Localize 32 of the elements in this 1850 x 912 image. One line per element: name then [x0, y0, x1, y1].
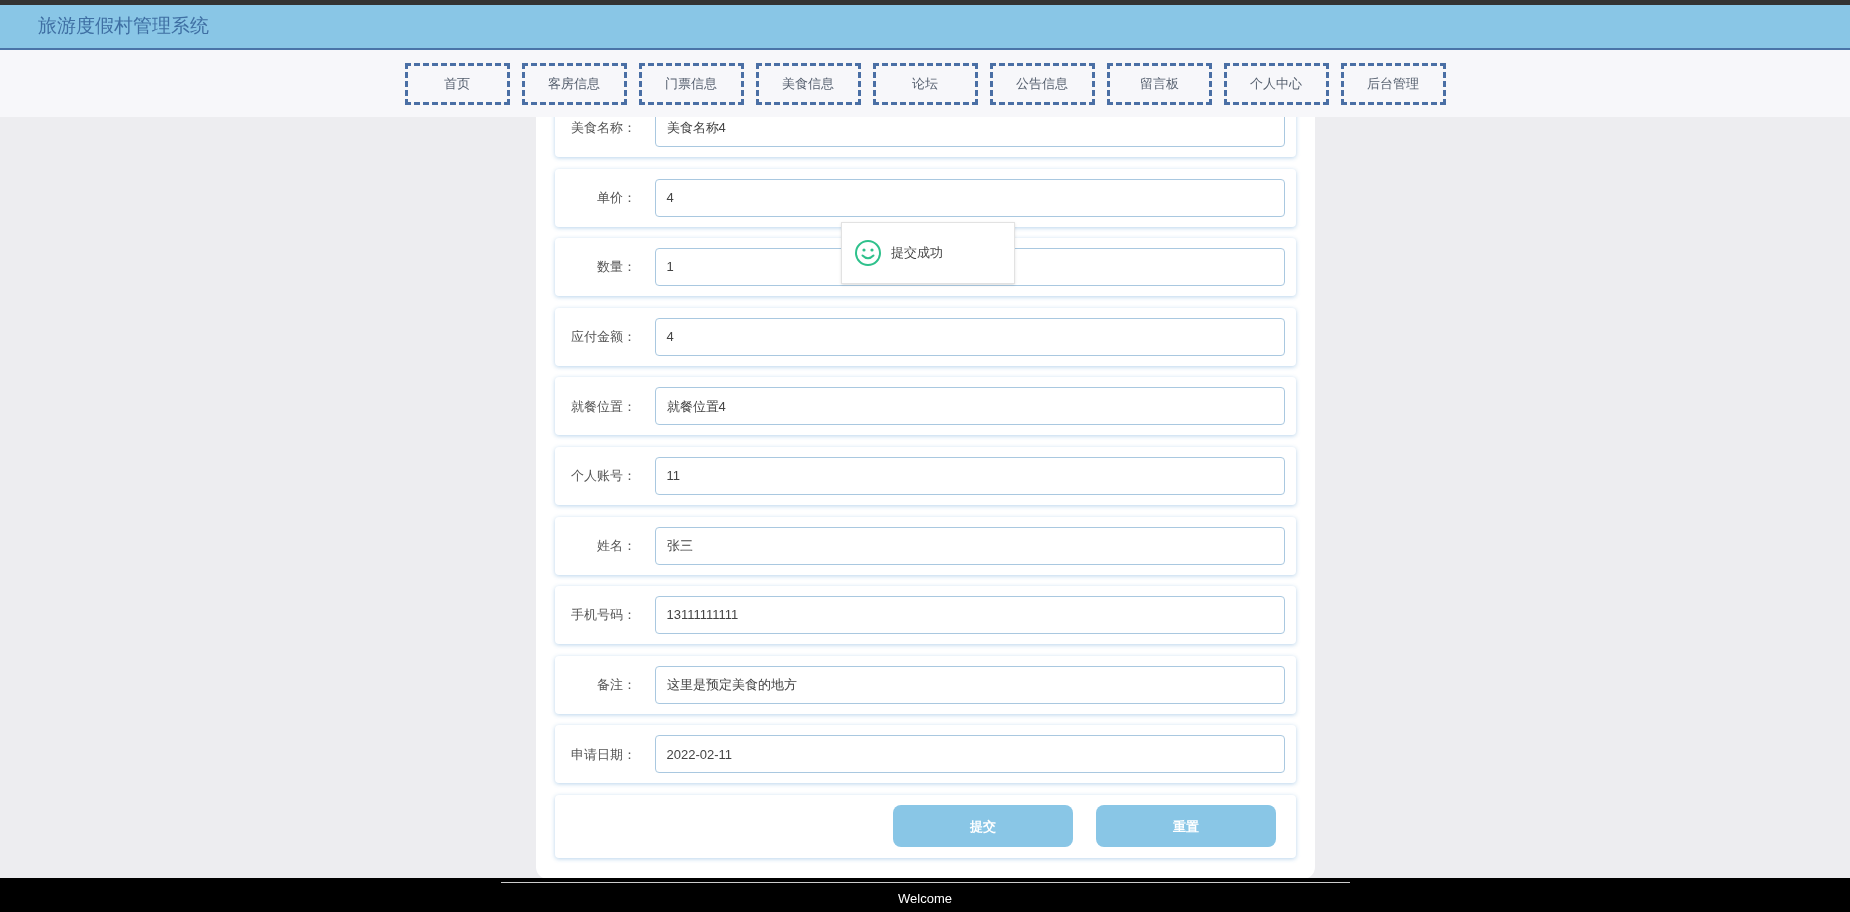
field-label: 单价： [595, 188, 636, 207]
smiley-icon [854, 239, 882, 267]
text-input[interactable]: 4 [654, 178, 1285, 217]
field-label: 数量： [595, 258, 636, 277]
field-label: 个人账号： [569, 467, 636, 486]
nav-link[interactable]: 个人中心 [1223, 62, 1329, 105]
field-label: 应付金额： [569, 328, 636, 347]
field-label: 就餐位置： [569, 397, 636, 416]
toast-text: 提交成功 [891, 244, 943, 263]
nav-link[interactable]: 论坛 [872, 62, 978, 105]
field-label: 姓名： [595, 536, 636, 555]
field-label: 手机号码： [569, 606, 636, 625]
footer-text: Welcome [898, 890, 952, 908]
text-input[interactable]: 这里是预定美食的地方 [654, 665, 1285, 704]
text-input[interactable]: 11 [654, 456, 1285, 495]
nav-link[interactable]: 客房信息 [521, 62, 627, 105]
nav-link[interactable]: 后台管理 [1340, 62, 1446, 105]
text-input[interactable]: 就餐位置4 [654, 387, 1285, 426]
field-label: 申请日期： [569, 745, 636, 764]
text-input[interactable]: 13111111111 [654, 596, 1285, 635]
text-input[interactable]: 张三 [654, 526, 1285, 565]
nav-link[interactable]: 首页 [404, 62, 510, 105]
nav-link[interactable]: 留言板 [1106, 62, 1212, 105]
text-input[interactable]: 美食名称4 [654, 117, 1285, 147]
nav-link[interactable]: 公告信息 [989, 62, 1095, 105]
field-label: 备注： [595, 676, 636, 694]
app-title: 旅游度假村管理系统 [38, 14, 209, 39]
text-input[interactable]: 2022-02-11 [654, 735, 1285, 774]
text-input[interactable]: 4 [654, 317, 1285, 356]
nav-link[interactable]: 美食信息 [755, 62, 861, 105]
nav-link[interactable]: 门票信息 [638, 62, 744, 105]
field-label: 美食名称： [569, 119, 636, 138]
